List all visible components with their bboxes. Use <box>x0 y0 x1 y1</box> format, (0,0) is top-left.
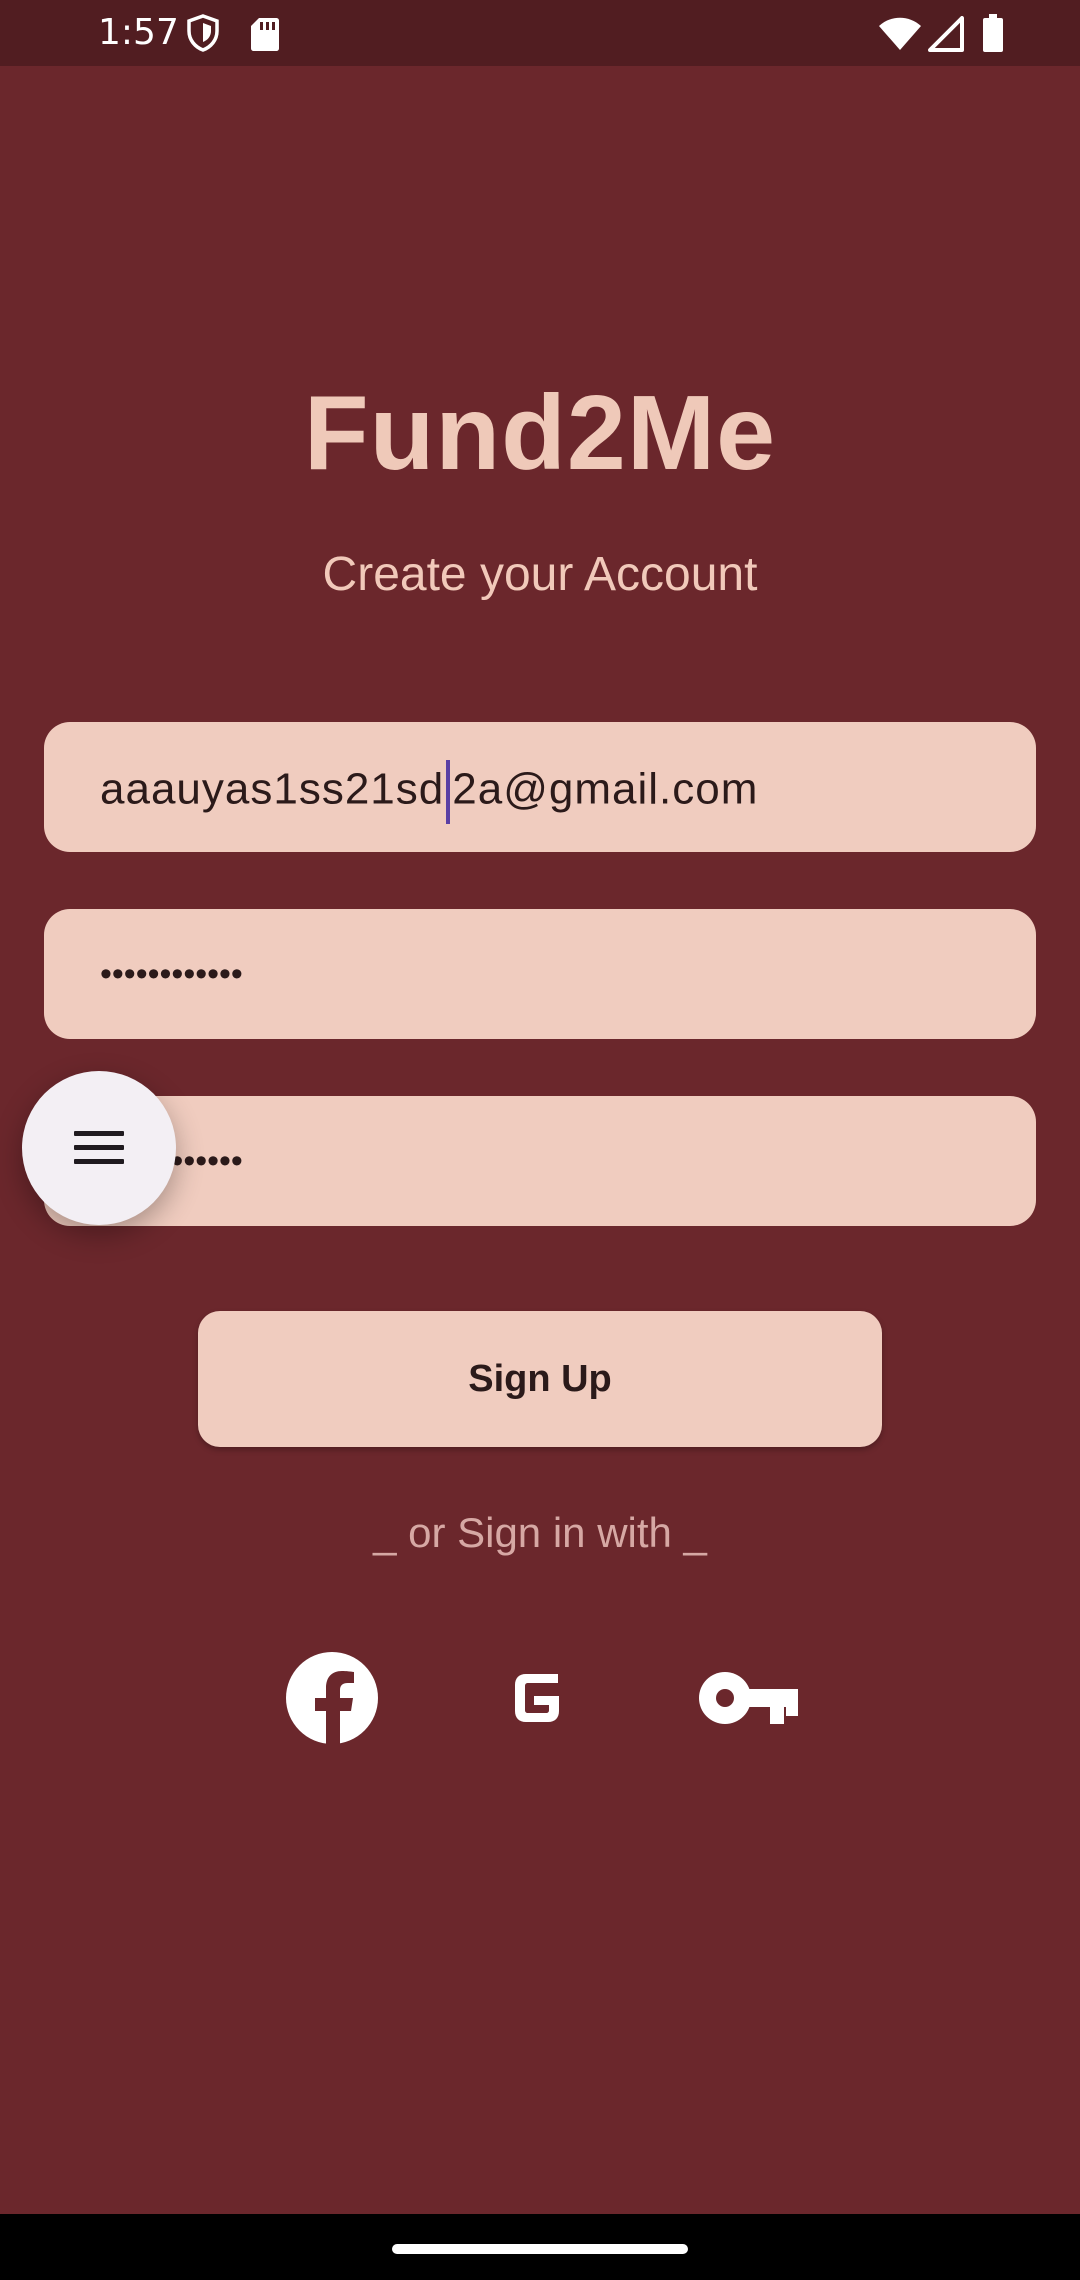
confirm-password-field[interactable]: •••••••••••• <box>44 1096 1036 1226</box>
sign-up-label: Sign Up <box>468 1358 612 1400</box>
signal-icon <box>928 16 964 52</box>
status-time: 1:57 <box>98 12 179 53</box>
menu-fab-button[interactable] <box>22 1071 176 1225</box>
email-field[interactable]: aaauyas1ss21sd 2a@gmail.com <box>44 722 1036 852</box>
email-value: aaauyas1ss21sd 2a@gmail.com <box>100 760 758 824</box>
battery-icon <box>983 14 1003 52</box>
facebook-icon[interactable] <box>284 1650 380 1746</box>
home-gesture-handle[interactable] <box>392 2244 688 2254</box>
sign-up-button[interactable]: Sign Up <box>198 1311 882 1447</box>
wifi-icon <box>879 17 921 50</box>
page-subtitle: Create your Account <box>322 548 758 601</box>
menu-icon <box>74 1131 124 1164</box>
password-field[interactable]: •••••••••••• <box>44 909 1036 1039</box>
app-title: Fund2Me <box>303 374 777 492</box>
key-icon[interactable] <box>698 1670 800 1726</box>
email-text-after-cursor: 2a@gmail.com <box>452 764 759 814</box>
text-cursor <box>446 760 451 824</box>
sign-in-with-divider: _ or Sign in with _ <box>373 1509 707 1556</box>
email-text-before-cursor: aaauyas1ss21sd <box>100 764 445 814</box>
system-nav-bar <box>0 2214 1080 2280</box>
sd-card-icon <box>251 18 279 51</box>
password-value: •••••••••••• <box>100 955 243 993</box>
google-icon[interactable] <box>512 1672 562 1724</box>
shield-icon <box>187 14 219 52</box>
status-bar: 1:57 <box>0 0 1080 66</box>
